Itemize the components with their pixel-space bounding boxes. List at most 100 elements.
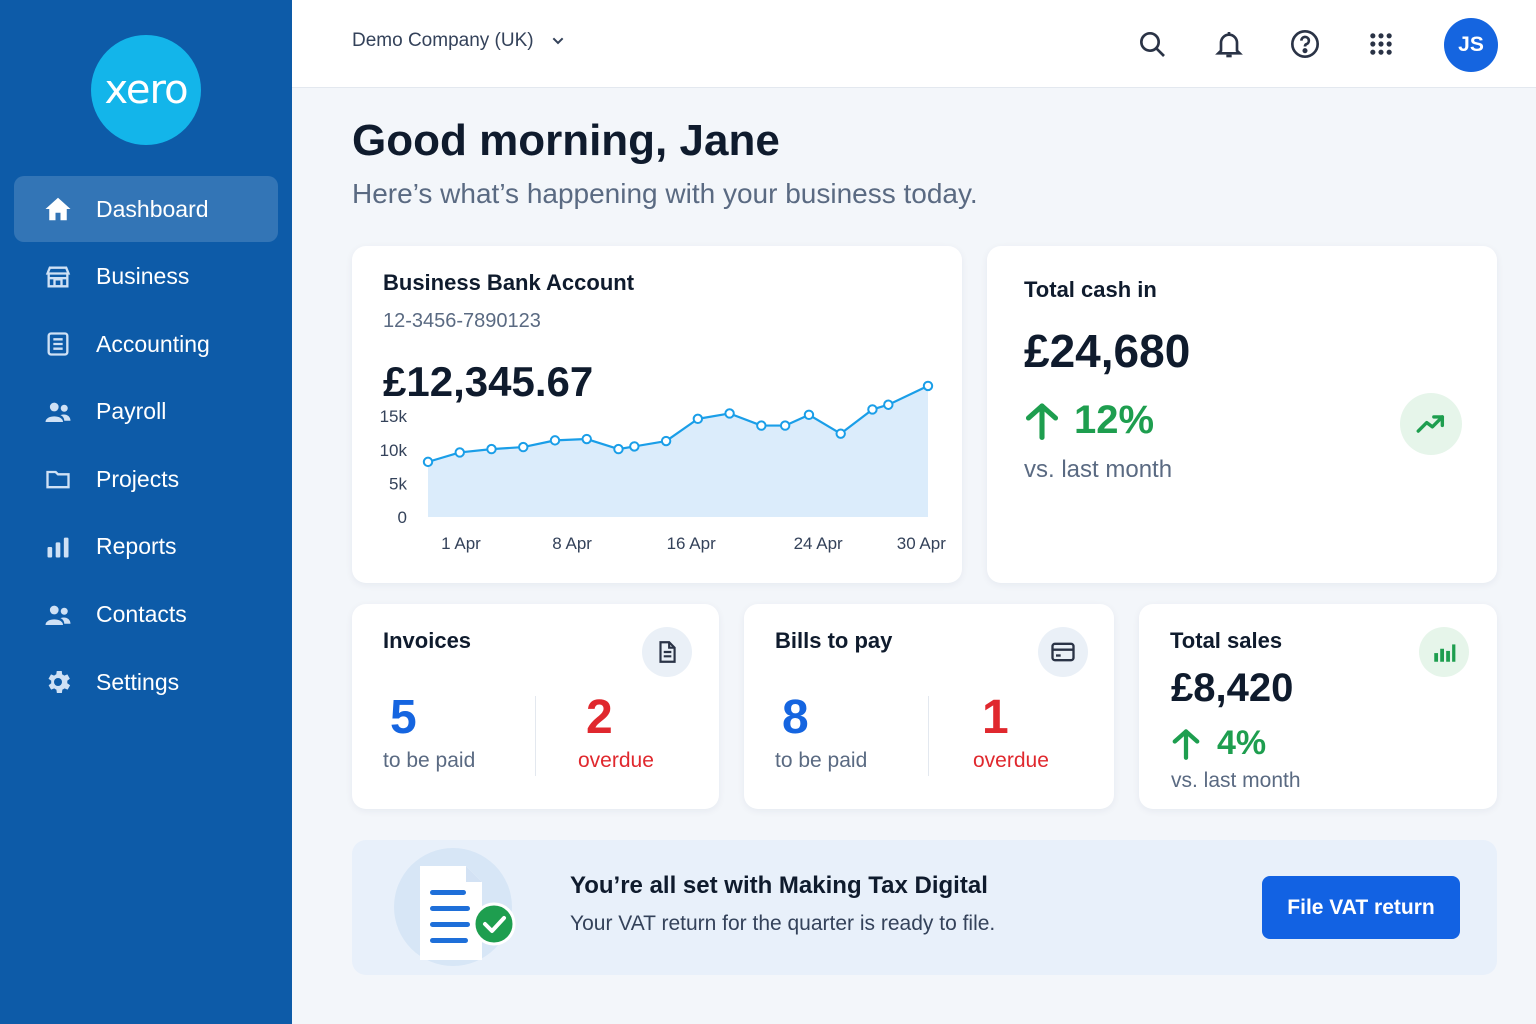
arrow-up-icon	[1025, 402, 1059, 440]
total-cash-in-card[interactable]: Total cash in £24,680 12% vs. last month	[987, 246, 1497, 583]
folder-icon	[42, 463, 74, 495]
banner-description: Your VAT return for the quarter is ready…	[570, 912, 996, 935]
help-icon[interactable]	[1285, 24, 1325, 64]
sidebar-item-business[interactable]: Business	[14, 244, 278, 310]
cash-in-change: 12%	[1024, 398, 1154, 443]
sidebar-item-label: Reports	[96, 533, 177, 560]
sidebar-item-payroll[interactable]: Payroll	[14, 379, 278, 445]
sidebar-item-label: Payroll	[96, 398, 167, 425]
sidebar-item-projects[interactable]: Projects	[14, 446, 278, 512]
home-icon	[42, 193, 74, 225]
xero-logo[interactable]: xero	[91, 35, 201, 145]
company-selector[interactable]: Demo Company (UK)	[352, 30, 566, 52]
sales-comparison: vs. last month	[1171, 769, 1301, 792]
x-tick-label: 30 Apr	[897, 534, 946, 553]
arrow-up-icon	[1172, 728, 1200, 760]
page-subtitle: Here’s what’s happening with your busine…	[352, 178, 978, 209]
page-title: Good morning, Jane	[352, 116, 780, 165]
invoices-overdue-count[interactable]: 2	[586, 690, 613, 745]
bar-chart-icon	[1419, 627, 1469, 677]
x-tick-label: 16 Apr	[667, 534, 716, 553]
sidebar-item-settings[interactable]: Settings	[14, 649, 278, 715]
chart-point	[922, 380, 934, 392]
chart-point	[454, 447, 465, 458]
chart-point	[518, 441, 529, 453]
divider	[928, 696, 929, 776]
invoices-to-be-paid-count[interactable]: 5	[390, 690, 417, 745]
chart-point	[867, 404, 878, 415]
sidebar-item-contacts[interactable]: Contacts	[14, 582, 278, 648]
vat-document-illustration	[394, 848, 516, 966]
sidebar-item-label: Contacts	[96, 601, 187, 628]
sidebar-item-label: Dashboard	[96, 195, 209, 222]
chart-point	[803, 409, 815, 421]
gear-icon	[42, 666, 74, 698]
bills-overdue-count[interactable]: 1	[982, 690, 1009, 745]
store-icon	[42, 261, 74, 293]
divider	[535, 696, 536, 776]
cash-in-amount: £24,680	[1024, 325, 1191, 377]
chart-point	[883, 399, 894, 410]
bills-title: Bills to pay	[775, 628, 893, 653]
sidebar-item-reports[interactable]: Reports	[14, 514, 278, 580]
chart-point	[549, 435, 561, 446]
chart-point	[756, 420, 767, 431]
y-tick-label: 0	[398, 508, 407, 527]
sidebar-item-label: Accounting	[96, 330, 210, 357]
sales-title: Total sales	[1170, 628, 1283, 653]
sales-change-value: 4%	[1217, 724, 1267, 762]
chart-point	[422, 456, 434, 468]
banner-title: You’re all set with Making Tax Digital	[570, 872, 988, 899]
cash-in-comparison: vs. last month	[1024, 456, 1173, 483]
total-sales-card[interactable]: Total sales £8,420 4% vs. last month	[1139, 604, 1497, 809]
x-tick-label: 8 Apr	[552, 534, 592, 553]
chart-point	[629, 441, 640, 452]
sidebar-nav: Dashboard Business Accounting Payroll Pr…	[14, 176, 278, 717]
document-icon	[642, 627, 692, 677]
bills-overdue-label: overdue	[973, 749, 1049, 772]
sidebar-item-label: Projects	[96, 465, 180, 492]
chart-point	[581, 433, 592, 445]
chart-area-fill	[428, 385, 928, 517]
cash-in-change-value: 12%	[1074, 398, 1155, 442]
bills-to-be-paid-count[interactable]: 8	[782, 690, 809, 745]
bills-to-pay-card[interactable]: Bills to pay 8 to be paid 1 overdue	[744, 604, 1114, 809]
company-name: Demo Company (UK)	[352, 30, 534, 51]
chart-point	[660, 435, 672, 447]
chart-point	[613, 443, 624, 455]
y-tick-label: 10k	[380, 441, 408, 460]
balance-chart: 0 5k 10k 15k 1 Apr 8 Apr 16 Apr 24 Apr 30 Apr	[380, 380, 946, 553]
contacts-icon	[42, 599, 74, 631]
sidebar-item-label: Settings	[96, 668, 180, 695]
bank-account-card[interactable]: Business Bank Account 12-3456-7890123 £1…	[352, 246, 962, 583]
sidebar-item-dashboard[interactable]: Dashboard	[14, 176, 278, 242]
trend-up-icon	[1400, 393, 1462, 455]
sidebar: xero Dashboard Business Accounting Payro…	[0, 0, 292, 1024]
chart-point	[779, 420, 791, 431]
y-tick-label: 5k	[389, 474, 407, 493]
credit-card-icon	[1038, 627, 1088, 677]
sidebar-item-accounting[interactable]: Accounting	[14, 311, 278, 377]
bell-icon[interactable]	[1209, 24, 1249, 64]
sidebar-item-label: Business	[96, 263, 190, 290]
chart-point	[835, 428, 846, 439]
sales-change: 4%	[1171, 724, 1266, 763]
logo-text: xero	[104, 67, 188, 113]
search-icon[interactable]	[1132, 24, 1172, 64]
ledger-icon	[42, 328, 74, 360]
invoices-card[interactable]: Invoices 5 to be paid 2 overdue	[352, 604, 719, 809]
chevron-down-icon	[552, 37, 563, 45]
mtd-banner: You’re all set with Making Tax Digital Y…	[352, 840, 1497, 975]
bills-to-be-paid-label: to be paid	[775, 749, 868, 772]
avatar[interactable]: JS	[1444, 18, 1498, 72]
bar-chart-icon	[42, 531, 74, 563]
sales-amount: £8,420	[1171, 666, 1294, 710]
apps-grid-icon[interactable]	[1361, 24, 1401, 64]
chart-point	[692, 413, 704, 425]
cash-in-title: Total cash in	[1024, 277, 1157, 302]
chart-point	[486, 443, 497, 455]
top-bar: Demo Company (UK) JS	[292, 0, 1536, 88]
invoices-overdue-label: overdue	[578, 749, 654, 772]
file-vat-return-button[interactable]: File VAT return	[1262, 876, 1460, 939]
y-tick-label: 15k	[380, 407, 408, 426]
